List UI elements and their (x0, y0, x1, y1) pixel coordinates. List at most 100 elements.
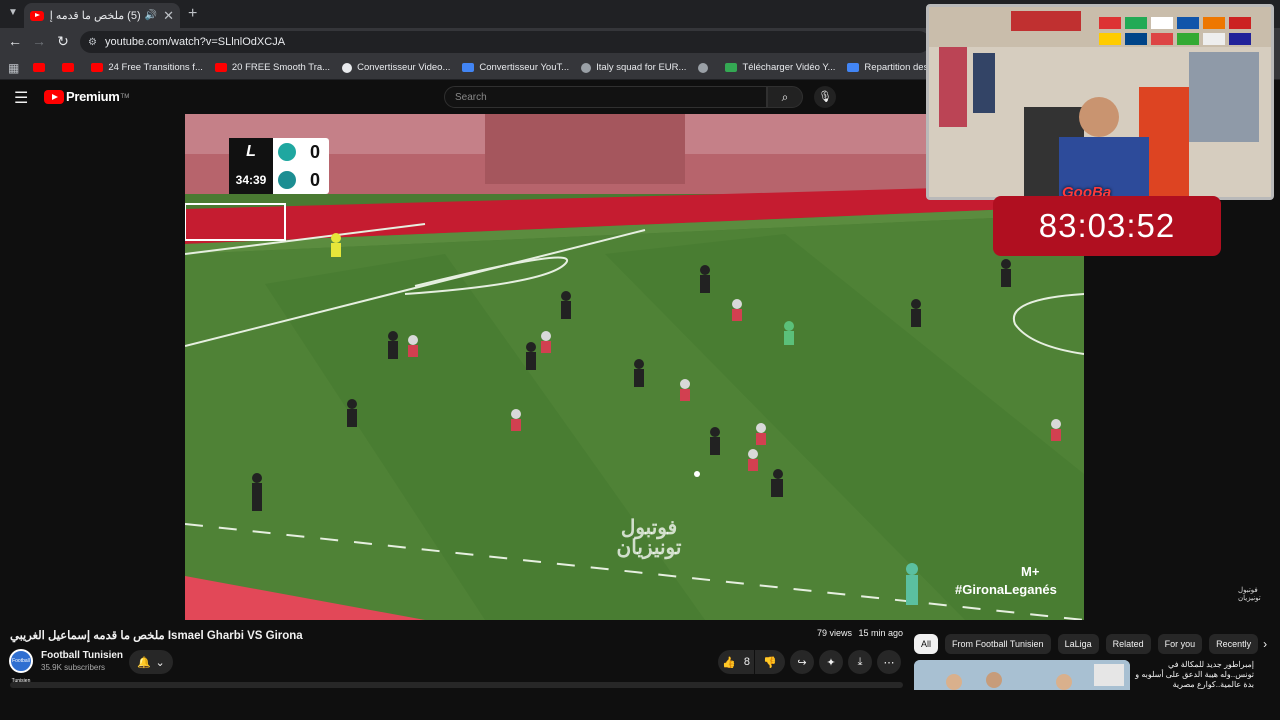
chip-laliga[interactable]: LaLiga (1057, 634, 1099, 654)
download-icon: ⤓ (857, 655, 863, 668)
chip-related[interactable]: Related (1105, 634, 1151, 654)
url-text: youtube.com/watch?v=SLlnlOdXCJA (104, 36, 286, 48)
streamer-webcam (926, 4, 1274, 200)
view-count-and-age: 79 views 15 min ago (817, 628, 903, 638)
chip-all[interactable]: All (914, 634, 939, 654)
bookmark-label: Italy squad for EUR... (596, 62, 687, 73)
logo-text: Premium (66, 89, 120, 104)
search-input[interactable]: Search (444, 86, 767, 108)
youtube-icon (33, 63, 46, 72)
bookmark-label: 24 Free Transitions f... (108, 62, 203, 73)
youtube-logo-icon (44, 89, 64, 104)
microphone-icon: 🎙 (818, 91, 832, 103)
bookmark-item[interactable]: Italy squad for EUR... (581, 62, 686, 73)
bookmark-item[interactable]: 24 Free Transitions f... (91, 62, 203, 73)
bookmark-label: Convertisseur YouT... (479, 62, 570, 73)
tab-title: (5) ملخص ما قدمه إسماعيل (50, 10, 141, 22)
apps-grid-icon[interactable]: ▦ (8, 61, 19, 75)
address-bar[interactable]: ⚙ youtube.com/watch?v=SLlnlOdXCJA (80, 31, 930, 53)
channel-name[interactable]: Football Tunisien (41, 650, 123, 661)
youtube-icon (62, 63, 75, 72)
like-button[interactable]: 👍 8 (718, 650, 754, 674)
description-box[interactable] (10, 682, 903, 688)
recommendation-chips: All From Football Tunisien LaLiga Related Fo… (914, 634, 1267, 654)
menu-hamburger-icon[interactable]: ☰ (14, 88, 28, 108)
stream-timer: 83:03:52 (1038, 207, 1176, 244)
back-icon[interactable]: ← (6, 33, 24, 49)
like-count: 8 (743, 656, 750, 668)
converter-icon (462, 63, 475, 72)
webcam-room-image (929, 7, 1271, 197)
broadcast-hashtag: #GironaLeganés (955, 582, 1057, 597)
bookmark-label: Convertisseur Video... (357, 62, 451, 73)
broadcaster-logo: M+ (1021, 564, 1040, 579)
stream-timer-box: 83:03:52 (993, 196, 1221, 256)
chip-from-football-tunisien[interactable]: From Football Tunisien (945, 634, 1051, 654)
away-score: 0 (309, 169, 320, 190)
bookmark-item[interactable] (33, 63, 50, 72)
audio-playing-icon[interactable]: 🔊 (145, 10, 157, 21)
site-info-icon[interactable]: ⚙ (88, 37, 97, 48)
bookmark-item[interactable]: Convertisseur YouT... (462, 62, 569, 73)
bookmark-item[interactable]: Télécharger Vidéo Y... (725, 62, 835, 73)
share-icon: ↪ (797, 656, 807, 669)
video-actions: 👍 8 👎 ↪ ✦ ⤓ ⋯ (718, 650, 906, 674)
thumbs-up-icon: 👍 (722, 656, 736, 669)
bookmark-item[interactable] (698, 62, 713, 73)
more-horizontal-icon: ⋯ (883, 656, 895, 669)
recommended-video-title[interactable]: إمبراطور جديد للمكالة في تونس..وله هيبة … (1134, 660, 1254, 690)
channel-watermark: فوتبول تونيزيان (616, 517, 682, 559)
new-tab-icon[interactable]: + (188, 5, 197, 23)
forward-icon[interactable]: → (30, 33, 48, 49)
bookmark-item[interactable]: 20 FREE Smooth Tra... (214, 62, 331, 73)
bookmark-label: Télécharger Vidéo Y... (742, 62, 836, 73)
home-team-crest-icon (273, 138, 301, 166)
globe-icon (698, 62, 709, 73)
recommended-video-thumbnail[interactable] (914, 660, 1130, 690)
google-icon (342, 62, 353, 73)
bookmark-item[interactable] (62, 63, 79, 72)
docs-icon (847, 63, 860, 72)
chips-next-icon[interactable]: › (1263, 637, 1267, 651)
dislike-button[interactable]: 👎 (755, 650, 785, 674)
download-icon (725, 63, 738, 72)
chip-recently[interactable]: Recently (1209, 634, 1259, 654)
upload-age: 15 min ago (858, 628, 904, 638)
youtube-icon (214, 63, 227, 72)
chip-for-you[interactable]: For you (1157, 634, 1203, 654)
youtube-premium-logo[interactable]: Premium TM (44, 89, 129, 104)
globe-icon (581, 62, 592, 73)
bookmark-label: 20 FREE Smooth Tra... (231, 62, 331, 73)
chevron-down-icon: ⌄ (155, 656, 165, 669)
scorebug: L 0 34:39 0 (229, 138, 329, 194)
search-button[interactable]: ⌕ (767, 86, 803, 108)
share-button[interactable]: ↪ (790, 650, 814, 674)
home-score: 0 (309, 141, 320, 162)
notification-bell-button[interactable]: 🔔 ⌄ (129, 650, 173, 674)
reload-icon[interactable]: ↻ (54, 33, 72, 50)
download-button[interactable]: ⤓ (848, 650, 872, 674)
league-logo-icon: L (229, 138, 273, 166)
video-title: ملخص ما قدمه إسماعيل الغريبي Ismael Ghar… (10, 630, 303, 642)
logo-tm: TM (120, 93, 130, 100)
browser-tab-active[interactable]: (5) ملخص ما قدمه إسماعيل 🔊 ✕ (24, 3, 180, 28)
away-team-crest-icon (273, 166, 301, 194)
thumbnail-image (914, 660, 1130, 690)
view-count: 79 views (817, 628, 853, 638)
ask-ai-button[interactable]: ✦ (819, 650, 843, 674)
youtube-icon (91, 63, 104, 72)
subscriber-count: 35.9K subscribers (41, 663, 106, 672)
close-tab-icon[interactable]: ✕ (163, 8, 174, 24)
bookmark-item[interactable]: Convertisseur Video... (342, 62, 450, 73)
voice-search-button[interactable]: 🎙 (814, 86, 836, 108)
match-clock: 34:39 (229, 166, 273, 194)
youtube-favicon-icon (30, 10, 44, 21)
search-icon: ⌕ (781, 90, 789, 104)
bell-icon: 🔔 (137, 656, 151, 669)
thumbs-down-icon: 👎 (763, 656, 777, 669)
more-actions-button[interactable]: ⋯ (877, 650, 901, 674)
tab-search-icon[interactable]: ▼ (8, 7, 18, 18)
channel-avatar[interactable]: Football Tunisien (9, 649, 33, 684)
sparkle-icon: ✦ (826, 656, 836, 669)
corner-watermark: فوتبول تونيزيان (1238, 587, 1261, 602)
